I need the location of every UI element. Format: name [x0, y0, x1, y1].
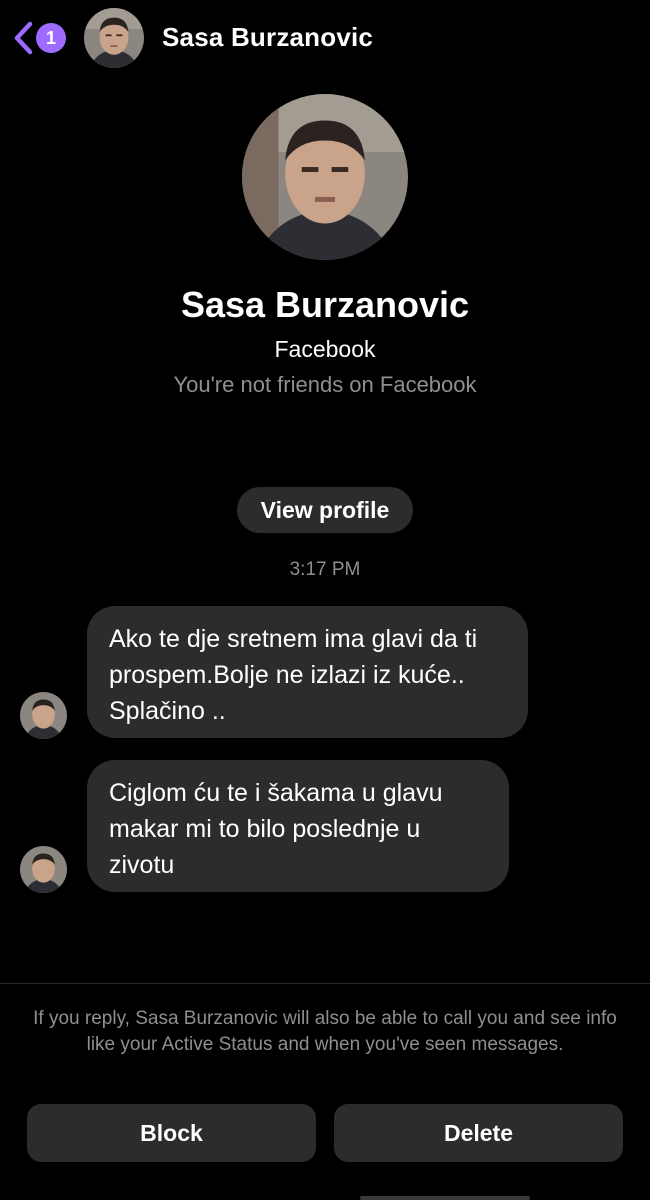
- profile-name: Sasa Burzanovic: [180, 284, 470, 325]
- contact-name[interactable]: Sasa Burzanovic: [162, 22, 373, 53]
- profile-avatar[interactable]: [242, 94, 408, 260]
- unread-count-badge[interactable]: 1: [36, 23, 66, 53]
- reply-notice: If you reply, Sasa Burzanovic will also …: [33, 1008, 617, 1055]
- avatar[interactable]: [84, 8, 144, 68]
- chat-header: 1 Sasa Burzanovic: [0, 0, 650, 78]
- block-button[interactable]: Block: [27, 1104, 316, 1162]
- profile-photo: [20, 692, 67, 739]
- friend-status: You're not friends on Facebook: [173, 372, 477, 397]
- home-indicator: [360, 1196, 530, 1200]
- sender-avatar[interactable]: [20, 846, 67, 893]
- profile-photo: [84, 8, 144, 68]
- back-button[interactable]: [12, 20, 34, 56]
- sender-avatar[interactable]: [20, 692, 67, 739]
- profile-photo: [20, 846, 67, 893]
- profile-source: Facebook: [274, 336, 376, 362]
- message-bubble[interactable]: Ako te dje sretnem ima glavi da ti prosp…: [87, 606, 528, 738]
- message-timestamp: 3:17 PM: [289, 559, 361, 580]
- profile-photo: [242, 94, 408, 260]
- chevron-left-icon: [14, 21, 33, 55]
- message-bubble[interactable]: Ciglom ću te i šakama u glavu makar mi t…: [87, 760, 509, 892]
- delete-button[interactable]: Delete: [334, 1104, 623, 1162]
- view-profile-button[interactable]: View profile: [237, 487, 413, 533]
- footer-divider: [0, 983, 650, 984]
